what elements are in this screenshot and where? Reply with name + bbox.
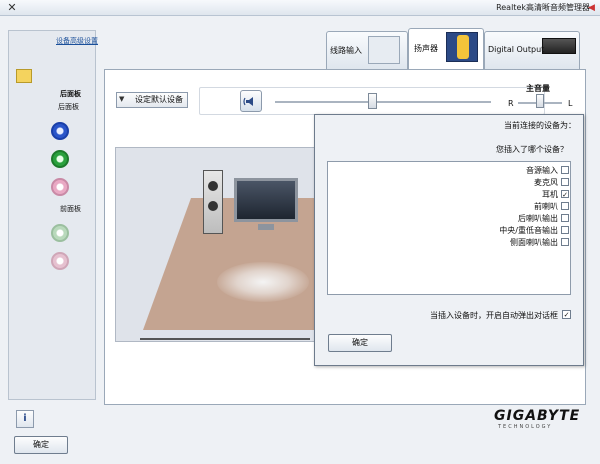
device-option-checkbox[interactable] <box>561 202 569 210</box>
front-jacks-label: 前面板 <box>60 205 81 213</box>
volume-slider-track[interactable] <box>275 101 491 103</box>
speaker-icon[interactable] <box>203 170 223 234</box>
digital-output-icon <box>542 38 576 54</box>
mic-jack-icon[interactable] <box>51 178 69 196</box>
line-in-icon <box>368 36 400 64</box>
device-option-label: 前喇叭 <box>534 202 558 211</box>
speaker-tab-icon <box>446 32 478 62</box>
info-button[interactable]: i <box>16 410 34 428</box>
dialog-title: 当前连接的设备为： <box>504 121 576 130</box>
device-option-checkbox[interactable]: ✓ <box>561 190 569 199</box>
chevron-down-icon: ▼ <box>119 95 125 103</box>
main-volume-label: 主音量 <box>526 84 550 93</box>
side-panel <box>8 30 96 400</box>
balance-slider-thumb[interactable] <box>536 94 544 108</box>
balance-left-label: L <box>568 99 573 108</box>
floor-glow <box>217 262 309 302</box>
device-option-label: 侧面喇叭输出 <box>510 238 558 247</box>
technology-label: TECHNOLOGY <box>498 424 553 430</box>
mute-button[interactable] <box>240 90 262 112</box>
balance-right-label: R <box>508 99 514 108</box>
set-default-device-button[interactable]: 设定默认设备 <box>116 92 188 108</box>
app-icon: ◀ <box>588 3 595 13</box>
back-jacks-label: 后面板 <box>58 103 79 111</box>
front-mic-jack-icon[interactable] <box>51 252 69 270</box>
dialog-ok-button[interactable]: 确定 <box>328 334 392 352</box>
device-option-checkbox[interactable] <box>561 166 569 174</box>
floor-edge <box>140 338 310 340</box>
volume-slider-thumb[interactable] <box>367 93 377 109</box>
device-option-label: 中央/重低音输出 <box>499 226 558 235</box>
device-option-checkbox[interactable] <box>561 178 569 186</box>
device-option-label: 音源输入 <box>526 166 558 175</box>
ok-button[interactable]: 确定 <box>14 436 68 454</box>
device-option-checkbox[interactable] <box>561 226 569 234</box>
speaker-volume-icon <box>243 97 253 106</box>
monitor-icon <box>234 178 298 222</box>
back-panel-label: 后面板 <box>60 90 81 98</box>
auto-popup-label: 当插入设备时，开启自动弹出对话框 <box>430 311 558 320</box>
folder-icon[interactable] <box>16 69 32 83</box>
device-option-label: 麦克风 <box>534 178 558 187</box>
line-out-jack-icon[interactable] <box>51 150 69 168</box>
line-in-jack-icon[interactable] <box>51 122 69 140</box>
device-option-checkbox[interactable] <box>561 238 569 246</box>
device-option-label: 后喇叭输出 <box>518 214 558 223</box>
monitor-stand <box>258 224 274 230</box>
tab-digital-output-label: Digital Output <box>488 45 545 54</box>
auto-popup-checkbox[interactable]: ✓ <box>562 310 571 319</box>
gigabyte-logo: GIGABYTE <box>494 408 581 424</box>
device-advanced-settings-link[interactable]: 设备高级设置 <box>38 36 98 46</box>
device-option-label: 耳机 <box>542 190 558 199</box>
window-title: Realtek高清晰音频管理器 <box>496 3 590 12</box>
dialog-question: 您插入了哪个设备？ <box>496 145 568 154</box>
tab-speaker-label: 扬声器 <box>414 44 438 53</box>
tab-line-in-label: 线路输入 <box>330 46 362 55</box>
close-button[interactable]: ✕ <box>2 1 22 14</box>
front-headphone-jack-icon[interactable] <box>51 224 69 242</box>
device-option-checkbox[interactable] <box>561 214 569 222</box>
